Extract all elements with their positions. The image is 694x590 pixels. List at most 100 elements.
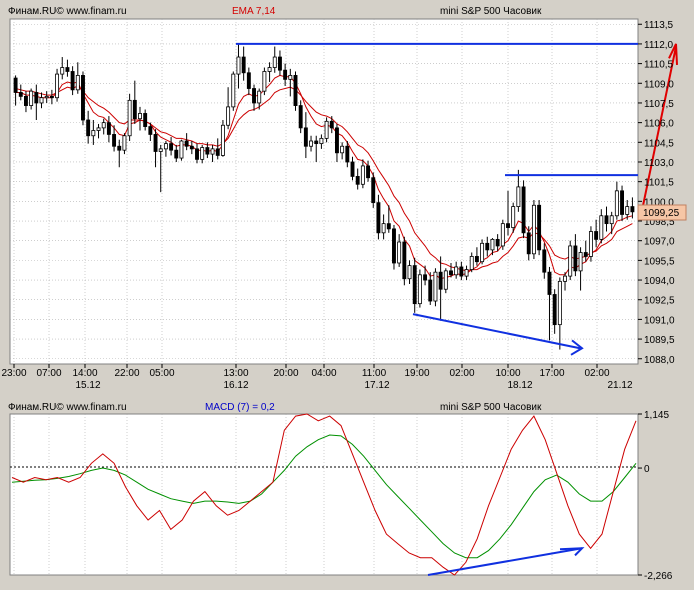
candle-body: [480, 242, 485, 263]
candle-body: [531, 204, 536, 255]
y-tick-label: 1091,0: [644, 315, 675, 326]
candle-body: [620, 190, 624, 215]
y-tick-label: 0: [644, 464, 650, 475]
candle-body: [594, 231, 599, 240]
y-tick-label: 1089,5: [644, 335, 675, 346]
candle: [127, 93, 132, 141]
candle-body: [55, 73, 60, 99]
y-tick-label: 1095,5: [644, 256, 675, 267]
source-label-top: Финам.RU© www.finam.ru: [8, 6, 127, 17]
candle: [433, 268, 438, 307]
candle: [55, 68, 60, 102]
candle-body: [552, 294, 557, 326]
candle-body: [44, 95, 49, 99]
candle: [417, 269, 422, 308]
candle-body: [215, 148, 220, 156]
candle-body: [386, 223, 391, 230]
candle-body: [39, 97, 44, 104]
candle-body: [158, 148, 163, 152]
candle-body: [500, 223, 505, 247]
candle-body: [132, 99, 137, 120]
x-tick-label: 07:00: [36, 368, 61, 379]
candle-body: [454, 266, 459, 276]
y-tick-label: 1088,0: [644, 355, 675, 366]
date-label: 15.12: [75, 380, 100, 391]
candle-body: [241, 56, 246, 74]
candle-body: [371, 177, 376, 204]
candle-body: [588, 231, 593, 257]
y-tick-label: 1,145: [644, 410, 669, 421]
candle-body: [112, 134, 117, 147]
candle-body: [314, 140, 319, 145]
instrument-label-top: mini S&P 500 Часовик: [440, 6, 542, 17]
candle-body: [127, 99, 132, 137]
candle-body: [293, 75, 298, 106]
time-axis: 23:00 07:00 14:00 22:00 05:00 13:00 20:00 04:00…: [1, 364, 633, 391]
candle-body: [557, 280, 562, 326]
candle-body: [449, 270, 453, 276]
candle-body: [200, 147, 205, 160]
candle-body: [283, 69, 288, 80]
date-label: 16.12: [223, 380, 248, 391]
candle-body: [122, 135, 127, 151]
candle-body: [246, 72, 251, 89]
x-tick-label: 10:00: [495, 368, 520, 379]
candle-body: [366, 165, 371, 179]
y-tick-label: 1092,5: [644, 296, 675, 307]
candle: [443, 268, 448, 294]
candle-body: [101, 122, 106, 129]
candle-body: [81, 75, 85, 121]
candle-body: [267, 67, 272, 72]
candle-body: [469, 256, 474, 270]
candle: [293, 71, 298, 111]
candle-body: [609, 215, 614, 225]
candle-body: [376, 202, 381, 234]
price-chart-canvas: 1113,5 1112,0 1110,5 1109,0 1107,5 1106,0 1104…: [1, 6, 687, 582]
candle-body: [169, 143, 174, 151]
candle-body: [360, 165, 365, 185]
candle: [324, 117, 329, 143]
candle-body: [537, 204, 542, 251]
current-price-label: 1099,25: [643, 208, 680, 219]
candle-body: [174, 149, 179, 159]
candle-body: [511, 206, 516, 228]
candle-body: [417, 274, 422, 305]
candle-body: [34, 92, 39, 104]
candle: [298, 100, 303, 134]
candle: [179, 139, 184, 161]
y-tick-label: -2,266: [644, 571, 673, 582]
x-tick-label: 19:00: [404, 368, 429, 379]
candle-body: [397, 241, 402, 264]
x-tick-label: 17:00: [539, 368, 564, 379]
candle-body: [583, 252, 588, 257]
candle-body: [490, 238, 495, 251]
candle-body: [495, 238, 500, 247]
candle-body: [153, 134, 158, 152]
candle: [402, 236, 407, 286]
candle-body: [459, 266, 464, 277]
candle-body: [252, 88, 256, 104]
candle-body: [13, 77, 18, 93]
candle-body: [428, 279, 433, 302]
candle-body: [563, 275, 567, 282]
candle-body: [231, 73, 236, 108]
x-tick-label: 11:00: [362, 368, 387, 379]
candle-body: [195, 148, 199, 160]
candle-body: [625, 206, 630, 215]
candle-body: [464, 269, 469, 277]
candle-body: [91, 130, 96, 137]
date-label: 17.12: [364, 380, 389, 391]
candle-body: [184, 140, 189, 147]
macd-axis: 1,145 0 -2,266: [638, 410, 673, 582]
source-label-bottom: Финам.RU© www.finam.ru: [8, 402, 127, 413]
candle-body: [138, 113, 142, 120]
candle-body: [210, 148, 215, 155]
candle-body: [298, 105, 303, 129]
candle: [480, 239, 485, 265]
candle-body: [381, 223, 386, 234]
y-tick-label: 1103,0: [644, 158, 674, 169]
x-tick-label: 02:00: [449, 368, 474, 379]
candle-body: [220, 124, 225, 156]
candle-body: [272, 56, 277, 68]
candle-body: [309, 140, 313, 147]
